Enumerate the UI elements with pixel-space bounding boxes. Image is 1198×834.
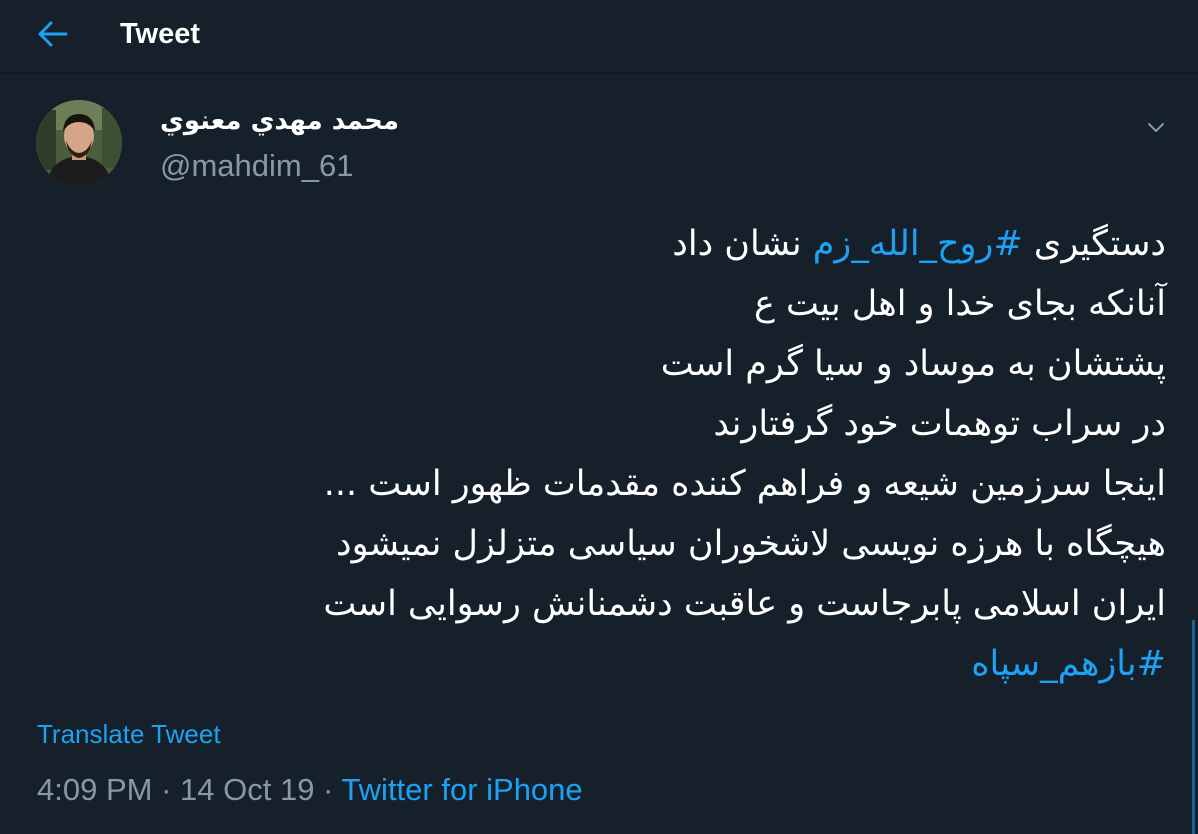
meta-separator: · <box>314 772 342 807</box>
meta-separator: · <box>152 772 181 807</box>
back-button[interactable] <box>28 14 78 54</box>
display-name[interactable]: محمد مهدي معنوي <box>160 102 400 140</box>
back-arrow-icon <box>38 21 68 47</box>
tweet-text: دستگیری #روح_الله_زم نشان داد آنانکه بجا… <box>150 214 1166 694</box>
tweet-line: ایران اسلامی پابرجاست و عاقبت دشمنانش رس… <box>323 584 1166 624</box>
top-bar: Tweet <box>0 0 1198 74</box>
tweet-line: دستگیری #روح_الله_زم نشان داد <box>150 214 1166 274</box>
avatar[interactable] <box>36 100 122 186</box>
more-options-button[interactable] <box>1138 110 1174 146</box>
tweet-time[interactable]: 4:09 PM <box>37 772 152 807</box>
profile-photo <box>36 100 122 186</box>
hashtag-link[interactable]: #بازهم_سپاه <box>971 644 1166 684</box>
tweet-line: اینجا سرزمین شیعه و فراهم کننده مقدمات ظ… <box>323 464 1166 504</box>
tweet-line: #بازهم_سپاه <box>150 634 1166 694</box>
tweet-text-segment: نشان داد <box>672 224 813 264</box>
tweet-source-link[interactable]: Twitter for iPhone <box>341 772 582 807</box>
tweet-text-segment: دستگیری <box>1022 224 1166 264</box>
tweet-line: در سراب توهمات خود گرفتارند <box>713 404 1166 444</box>
page-title: Tweet <box>120 18 201 50</box>
tweet-metadata: 4:09 PM · 14 Oct 19 · Twitter for iPhone <box>37 770 583 810</box>
hashtag-link[interactable]: #روح_الله_زم <box>813 224 1023 264</box>
tweet-date[interactable]: 14 Oct 19 <box>180 772 314 807</box>
tweet-line: آنانکه بجای خدا و اهل بیت ع <box>754 284 1166 324</box>
user-handle[interactable]: @mahdim_61 <box>160 146 353 186</box>
scrollbar-indicator[interactable] <box>1192 620 1195 834</box>
tweet-line: هیچگاه با هرزه نویسی لاشخوران سیاسی متزل… <box>336 524 1166 564</box>
chevron-down-icon <box>1148 123 1164 132</box>
translate-tweet-link[interactable]: Translate Tweet <box>37 716 221 752</box>
tweet-line: پشتشان به موساد و سیا گرم است <box>660 344 1166 384</box>
